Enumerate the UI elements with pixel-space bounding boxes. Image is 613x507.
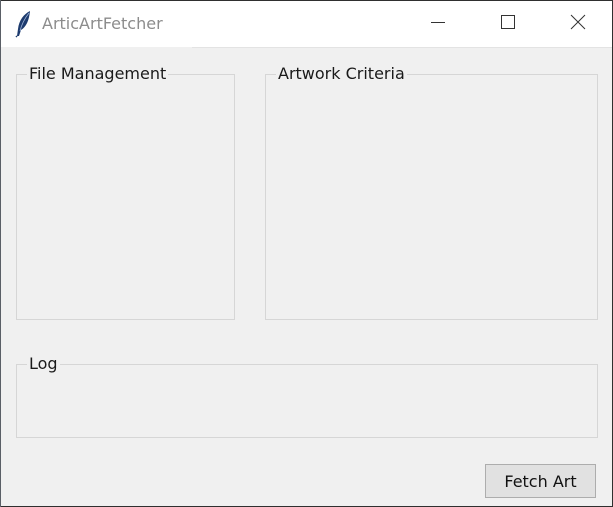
maximize-button[interactable] <box>485 1 531 47</box>
artwork-criteria-group: Artwork Criteria <box>265 64 598 320</box>
log-group: Log <box>16 354 598 438</box>
maximize-icon <box>500 14 516 34</box>
log-label: Log <box>27 354 60 374</box>
title-bar-divider <box>192 47 612 48</box>
window-title: ArticArtFetcher <box>42 14 163 33</box>
close-icon <box>570 14 586 34</box>
app-window: ArticArtFetcher File Management Artwork … <box>1 1 612 506</box>
artwork-criteria-label: Artwork Criteria <box>276 64 407 84</box>
file-management-label: File Management <box>27 64 169 84</box>
fetch-art-button[interactable]: Fetch Art <box>485 464 596 498</box>
file-management-group: File Management <box>16 64 235 320</box>
minimize-button[interactable] <box>415 1 461 47</box>
minimize-icon <box>430 14 446 34</box>
feather-icon <box>15 10 33 38</box>
title-bar[interactable]: ArticArtFetcher <box>1 1 612 47</box>
close-button[interactable] <box>555 1 601 47</box>
